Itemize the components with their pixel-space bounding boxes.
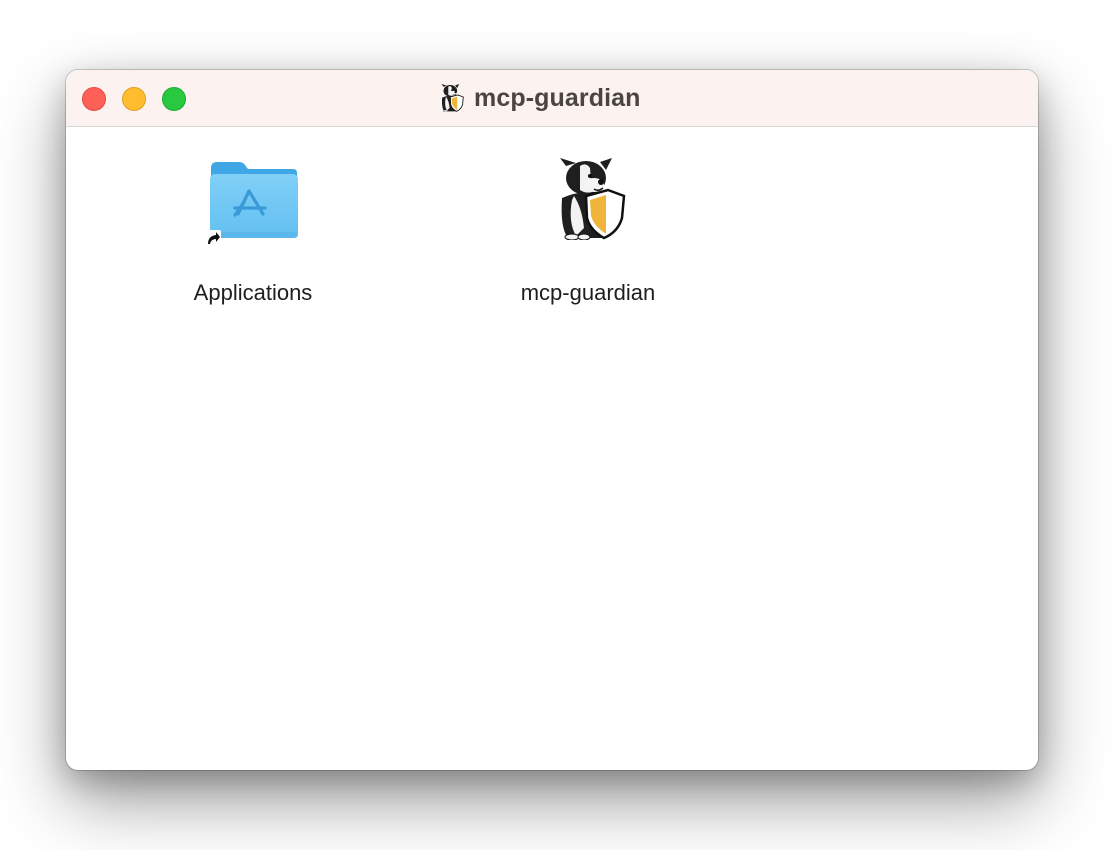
finder-window: mcp-guardian Applications mcp-guardian bbox=[66, 70, 1038, 770]
applications-alias-item[interactable]: Applications bbox=[166, 158, 340, 305]
minimize-button[interactable] bbox=[122, 87, 146, 111]
title-bar[interactable]: mcp-guardian bbox=[66, 70, 1038, 127]
guardian-dog-icon bbox=[441, 84, 464, 112]
applications-label: Applications bbox=[193, 280, 313, 305]
zoom-button[interactable] bbox=[162, 87, 186, 111]
window-title: mcp-guardian bbox=[474, 83, 641, 112]
applications-folder-alias-icon bbox=[205, 162, 298, 246]
close-button[interactable] bbox=[82, 87, 106, 111]
window-title-group: mcp-guardian bbox=[438, 81, 641, 115]
guardian-dog-shield-icon bbox=[560, 158, 626, 240]
mcp-guardian-label: mcp-guardian bbox=[520, 280, 656, 305]
mcp-guardian-app-item[interactable]: mcp-guardian bbox=[498, 158, 678, 305]
